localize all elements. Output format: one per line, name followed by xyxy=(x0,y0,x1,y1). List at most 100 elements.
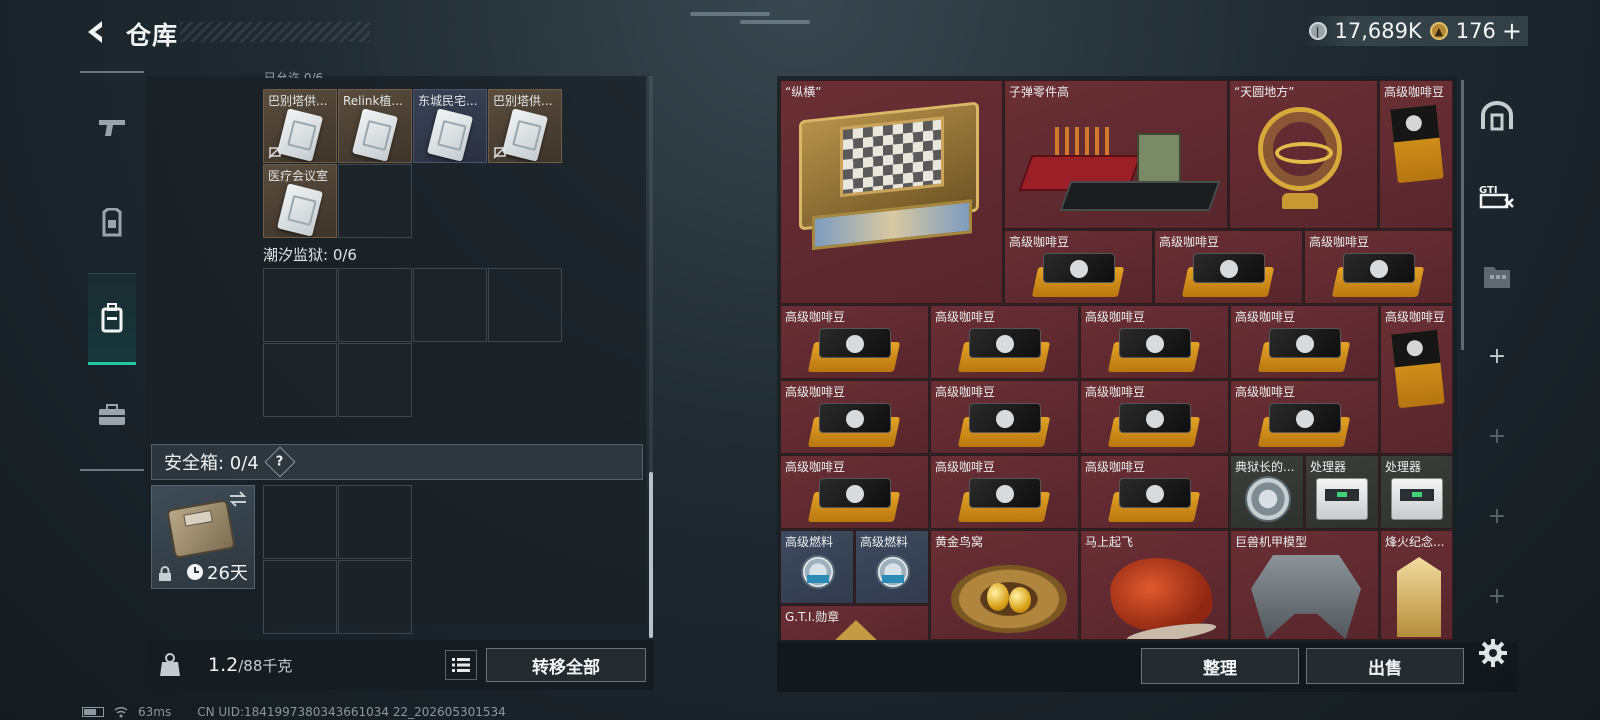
item-label: 烽火纪念... xyxy=(1385,535,1445,549)
stash-item-processor[interactable]: 处理器 xyxy=(1305,455,1379,529)
add-currency-button[interactable]: + xyxy=(1502,17,1522,45)
stash-grid: “纵横” 子弹零件高 “天圆地方” 高级咖啡豆 高级咖啡豆 高级咖啡豆 高级咖啡… xyxy=(780,80,1453,640)
stash-item-coffee[interactable]: 高级咖啡豆 xyxy=(1230,380,1379,454)
item-label: 高级咖啡豆 xyxy=(785,385,846,399)
stash-item-coffee[interactable]: 高级咖啡豆 xyxy=(1080,305,1229,379)
stash-item-processor[interactable]: 处理器 xyxy=(1380,455,1453,529)
empty-slot[interactable] xyxy=(263,560,337,634)
list-view-button[interactable] xyxy=(445,650,477,680)
item-label: 高级咖啡豆 xyxy=(1235,385,1296,399)
briefcase-icon xyxy=(99,404,125,425)
stash-page-nav: GTI + + + + xyxy=(1465,76,1529,642)
organize-button[interactable]: 整理 xyxy=(1141,648,1299,684)
keycard-item[interactable]: Relink植... xyxy=(338,89,412,163)
stash-item-coffee[interactable]: 高级咖啡豆 xyxy=(780,380,929,454)
stash-item-coffee[interactable]: 高级咖啡豆 xyxy=(1080,380,1229,454)
gold-nest-art xyxy=(951,565,1067,633)
empty-slot[interactable] xyxy=(488,268,562,342)
item-label: 高级咖啡豆 xyxy=(935,310,996,324)
stash-item-coffee[interactable]: 高级咖啡豆 xyxy=(1154,230,1303,304)
gear-icon xyxy=(1479,639,1507,667)
stash-item-armillary[interactable]: “天圆地方” xyxy=(1229,80,1378,229)
safe-box-label: 安全箱: 0/4 xyxy=(164,453,259,474)
empty-slot[interactable] xyxy=(263,268,337,342)
coffee-bag-top xyxy=(1269,403,1341,433)
add-stash-page-button[interactable]: + xyxy=(1465,396,1529,476)
inventory-scrollbar-thumb[interactable] xyxy=(649,472,653,638)
keycard-item[interactable]: 巴别塔供... xyxy=(263,89,337,163)
item-label: 高级咖啡豆 xyxy=(1159,235,1220,249)
item-label: “纵横” xyxy=(785,85,822,99)
keycard-item[interactable]: 医疗会议室 xyxy=(263,164,337,238)
stash-item-gold-nest[interactable]: 黄金鸟窝 xyxy=(930,530,1079,640)
stash-item-coffee[interactable]: 高级咖啡豆 xyxy=(780,305,929,379)
item-label: 巨兽机甲模型 xyxy=(1235,535,1308,549)
stash-page-1[interactable] xyxy=(1465,76,1529,156)
empty-slot[interactable] xyxy=(413,268,487,342)
stash-item-warden-medal[interactable]: 典狱长的... xyxy=(1230,455,1304,529)
swap-icon[interactable] xyxy=(228,490,248,508)
stash-item-coffee[interactable]: 高级咖啡豆 xyxy=(1004,230,1153,304)
add-stash-page-button[interactable]: + xyxy=(1465,476,1529,556)
keycard-item[interactable]: 巴别塔供... xyxy=(488,89,562,163)
add-stash-page-button[interactable]: + xyxy=(1465,556,1529,636)
uid-text: CN UID:1841997380343661034 22_2026053015… xyxy=(197,705,506,719)
safe-box-item[interactable]: 26天 xyxy=(151,485,255,589)
coffee-bag-top xyxy=(1269,328,1341,358)
stash-item-coffee-tall[interactable]: 高级咖啡豆 xyxy=(1380,305,1453,454)
item-label: 高级咖啡豆 xyxy=(1009,235,1070,249)
item-label: 巴别塔供... xyxy=(493,94,553,108)
item-label: 高级咖啡豆 xyxy=(1085,385,1146,399)
stash-item-ammo-parts[interactable]: 子弹零件高 xyxy=(1004,80,1228,229)
stash-item-coffee-tall[interactable]: 高级咖啡豆 xyxy=(1379,80,1453,229)
add-stash-page-button[interactable]: + xyxy=(1465,316,1529,396)
stash-item-horse[interactable]: 马上起飞 xyxy=(1080,530,1229,640)
stash-item-chess[interactable]: “纵横” xyxy=(780,80,1003,304)
stash-item-souvenir[interactable]: 烽火纪念... xyxy=(1380,530,1453,640)
settings-button[interactable] xyxy=(1476,636,1510,670)
gun-icon xyxy=(99,120,125,136)
keycard-art xyxy=(276,108,324,162)
stash-item-coffee[interactable]: 高级咖啡豆 xyxy=(930,305,1079,379)
stash-item-coffee[interactable]: 高级咖啡豆 xyxy=(930,380,1079,454)
help-button[interactable]: ? xyxy=(264,446,296,478)
stash-item-coffee[interactable]: 高级咖啡豆 xyxy=(1304,230,1453,304)
clock-icon xyxy=(187,564,203,580)
sell-button[interactable]: 出售 xyxy=(1306,648,1464,684)
empty-slot[interactable] xyxy=(263,485,337,559)
silver-currency-value: 17,689K xyxy=(1334,19,1422,43)
background-light-streak xyxy=(690,12,770,16)
item-label: 典狱长的... xyxy=(1235,460,1295,474)
nav-item-backpack[interactable] xyxy=(88,273,136,365)
stash-page-folder[interactable] xyxy=(1465,236,1529,316)
nav-item-weapons[interactable] xyxy=(88,81,136,173)
stash-scrollbar[interactable] xyxy=(1461,80,1464,350)
stash-item-gti-medal[interactable]: G.T.I.勋章 xyxy=(780,605,929,640)
coffee-bag-art xyxy=(1107,403,1201,449)
keycard-item[interactable]: 东城民宅... xyxy=(413,89,487,163)
empty-slot[interactable] xyxy=(338,560,412,634)
empty-slot[interactable] xyxy=(338,485,412,559)
empty-slot[interactable] xyxy=(338,343,412,417)
coffee-bag-top xyxy=(969,478,1041,508)
nav-item-briefcase[interactable] xyxy=(88,369,136,461)
stash-item-coffee[interactable]: 高级咖啡豆 xyxy=(1080,455,1229,529)
back-button[interactable] xyxy=(80,16,112,48)
item-label: 高级咖啡豆 xyxy=(785,460,846,474)
stash-item-coffee[interactable]: 高级咖啡豆 xyxy=(1230,305,1379,379)
stash-item-coffee[interactable]: 高级咖啡豆 xyxy=(930,455,1079,529)
empty-slot[interactable] xyxy=(338,268,412,342)
processor-art xyxy=(1316,478,1368,520)
empty-slot[interactable] xyxy=(338,164,412,238)
stash-item-coffee[interactable]: 高级咖啡豆 xyxy=(780,455,929,529)
stash-page-gti[interactable]: GTI xyxy=(1465,156,1529,236)
safe-box-header: 安全箱: 0/4 ? xyxy=(151,444,643,480)
empty-slot[interactable] xyxy=(263,343,337,417)
coffee-bag-art xyxy=(1107,478,1201,524)
stash-item-fuel[interactable]: 高级燃料 xyxy=(855,530,929,604)
nav-item-armor[interactable] xyxy=(88,177,136,269)
transfer-all-button[interactable]: 转移全部 xyxy=(486,648,646,682)
stash-item-fuel[interactable]: 高级燃料 xyxy=(780,530,854,604)
item-label: 高级咖啡豆 xyxy=(1385,310,1446,324)
stash-item-mech-model[interactable]: 巨兽机甲模型 xyxy=(1230,530,1379,640)
